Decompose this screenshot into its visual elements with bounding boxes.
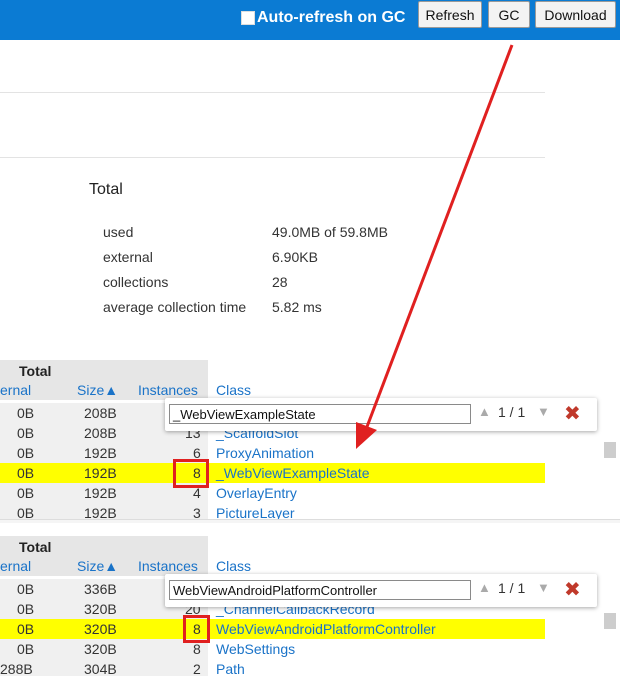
annotation-arrow — [356, 44, 514, 449]
arrow-head — [356, 422, 377, 449]
arrow-shaft — [363, 44, 514, 433]
